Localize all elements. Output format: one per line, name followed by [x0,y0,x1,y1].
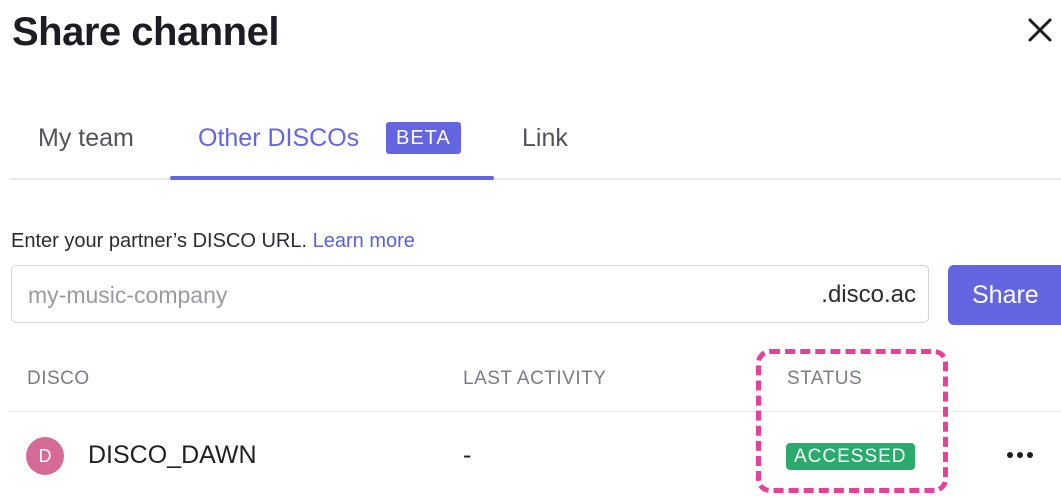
more-horizontal-icon[interactable] [1006,445,1034,465]
learn-more-link[interactable]: Learn more [313,230,415,252]
instructions: Enter your partner’s DISCO URL. Learn mo… [11,230,415,253]
tab-bar: My team Other DISCOs Link [10,110,1061,180]
table-divider [10,411,1061,412]
last-activity-value: - [463,441,472,469]
disco-name: DISCO_DAWN [88,441,257,469]
column-header-last-activity: LAST ACTIVITY [463,368,607,389]
url-suffix: .disco.ac [821,281,916,308]
disco-url-field: .disco.ac [11,265,929,323]
disco-url-input[interactable] [26,276,730,314]
tab-other-discos[interactable]: Other DISCOs [198,124,359,153]
tab-divider [10,178,1061,180]
active-tab-indicator [170,176,494,180]
page-title: Share channel [12,10,279,54]
share-button[interactable]: Share [948,265,1061,325]
column-header-disco: DISCO [27,368,90,389]
status-badge: ACCESSED [786,443,915,470]
tab-link[interactable]: Link [522,124,568,153]
instructions-text: Enter your partner’s DISCO URL. [11,230,308,252]
close-icon[interactable] [1024,14,1056,46]
avatar: D [26,437,64,475]
column-header-status: STATUS [787,368,863,389]
beta-badge: BETA [386,122,461,154]
tab-my-team[interactable]: My team [38,124,134,153]
